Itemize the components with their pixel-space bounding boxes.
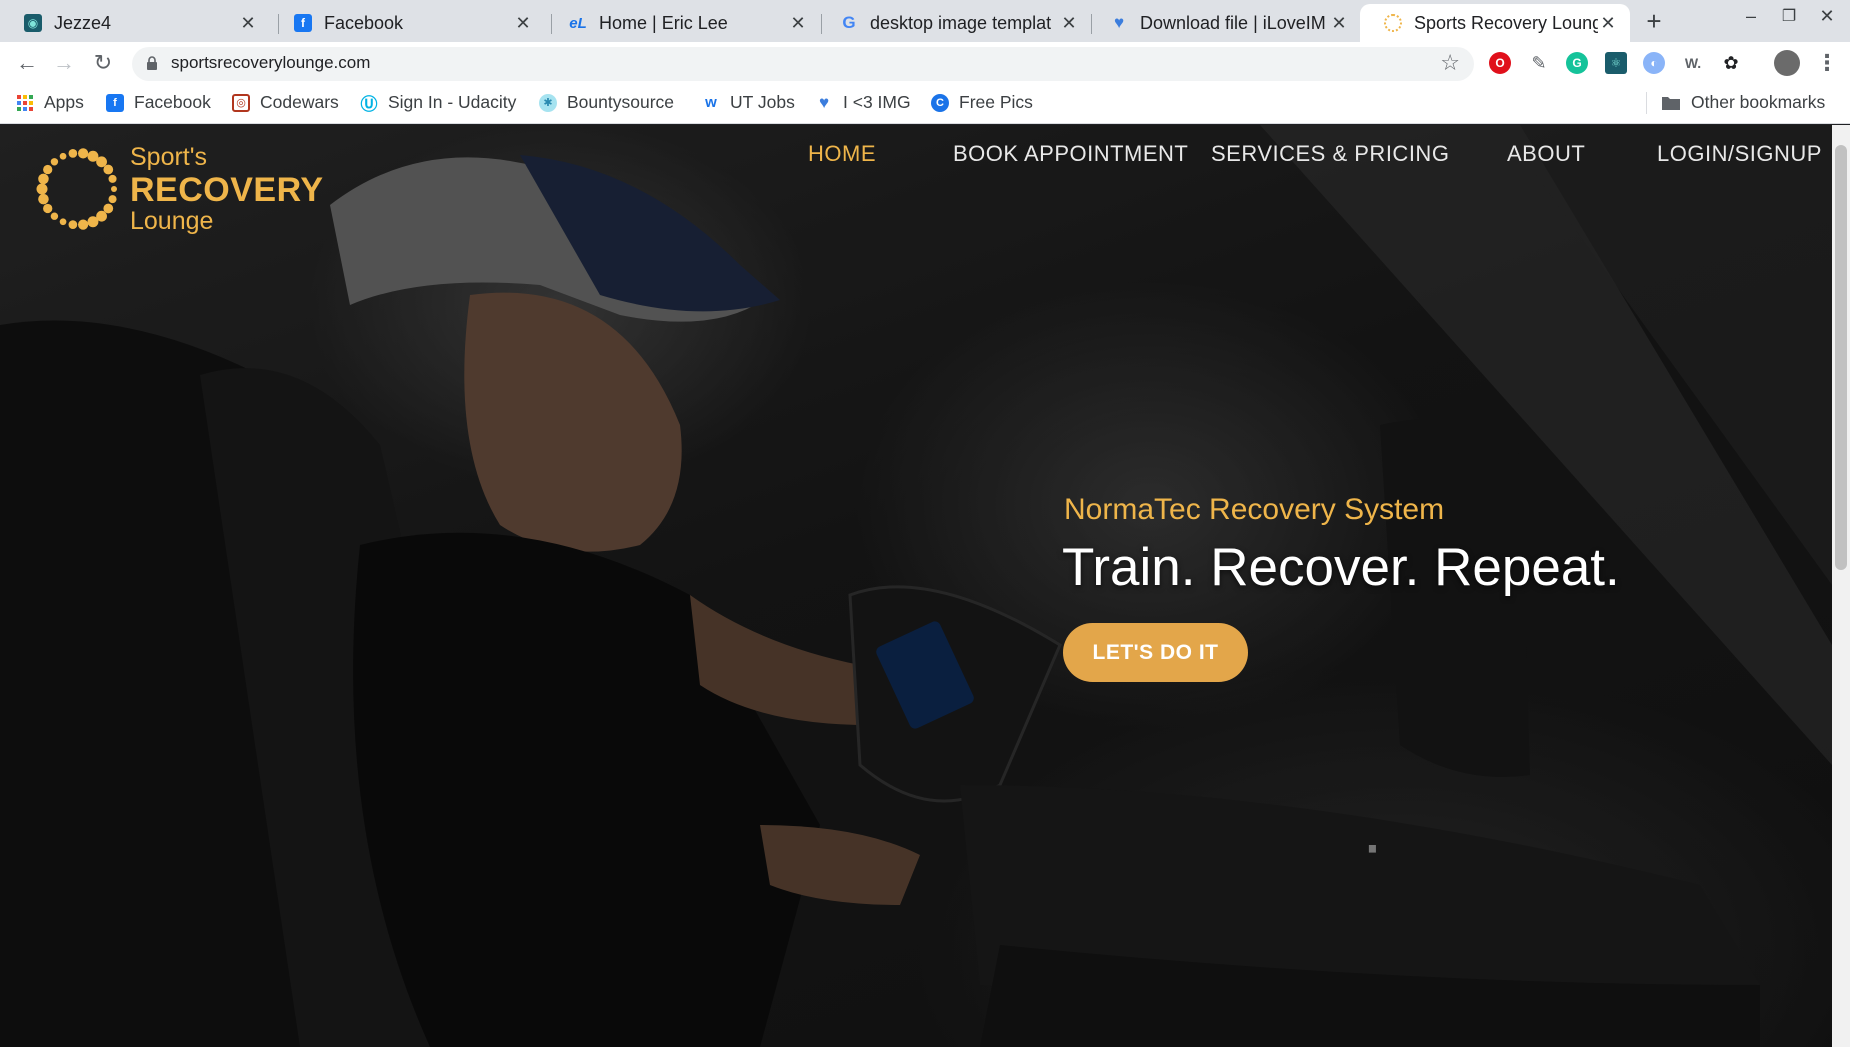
logo-line-3: Lounge (130, 207, 214, 235)
close-icon[interactable]: ✕ (1059, 13, 1079, 34)
tab-title: desktop image templat (870, 12, 1052, 33)
tab-title: Download file | iLoveIM (1140, 12, 1326, 33)
page-scrollbar[interactable] (1832, 125, 1850, 1047)
forward-icon[interactable]: → (51, 50, 77, 76)
bookmark-label: Free Pics (959, 92, 1033, 112)
eyedropper-extension-icon[interactable]: ✎ (1528, 52, 1550, 74)
wappalyzer-extension-icon[interactable]: W. (1682, 52, 1704, 74)
ut-jobs-icon: w (705, 94, 717, 111)
free-pics-icon: C (931, 93, 949, 112)
close-icon[interactable]: ✕ (513, 13, 533, 34)
dotted-ring-logo-icon (36, 148, 117, 230)
facebook-icon: f (106, 93, 124, 112)
back-icon[interactable]: ← (14, 50, 40, 76)
bookmark-star-icon[interactable]: ☆ (1440, 50, 1460, 76)
grammarly-extension-icon[interactable]: G (1566, 52, 1588, 74)
tab-title: Home | Eric Lee (599, 12, 728, 33)
tab-eric-lee[interactable]: eL Home | Eric Lee ✕ (545, 4, 820, 42)
codewars-icon: ◎ (232, 93, 250, 112)
srl-favicon-icon (1384, 14, 1402, 32)
scrollbar-thumb[interactable] (1835, 145, 1847, 570)
bookmark-label: I <3 IMG (843, 92, 911, 112)
lock-icon (147, 56, 157, 70)
browser-menu-icon[interactable]: ⋮ (1816, 50, 1838, 76)
bookmark-udacity[interactable]: Ⓤ Sign In - Udacity (360, 92, 517, 114)
window-close-icon[interactable]: ✕ (1809, 6, 1845, 27)
bookmarks-bar: Apps f Facebook ◎ Codewars Ⓤ Sign In - U… (0, 84, 1850, 124)
tab-strip: ◉ Jezze4 ✕ f Facebook ✕ eL Home | Eric L… (0, 0, 1850, 42)
udacity-icon: Ⓤ (360, 95, 378, 114)
bookmark-bountysource[interactable]: ✱ Bountysource (539, 92, 674, 113)
tab-jezze4[interactable]: ◉ Jezze4 ✕ (0, 4, 270, 42)
tab-google-search[interactable]: G desktop image templat ✕ (816, 4, 1091, 42)
tab-title: Facebook (324, 12, 404, 33)
jezze-favicon-icon: ◉ (24, 14, 42, 32)
nav-services-pricing[interactable]: SERVICES & PRICING (1211, 141, 1449, 167)
opera-extension-icon[interactable]: O (1489, 52, 1511, 74)
nav-home[interactable]: HOME (808, 141, 876, 167)
bountysource-icon: ✱ (539, 93, 557, 112)
bookmark-ut-jobs[interactable]: w UT Jobs (702, 92, 795, 113)
restore-icon[interactable]: ❐ (1771, 6, 1807, 26)
google-favicon-icon: G (842, 13, 856, 32)
other-bookmarks[interactable]: Other bookmarks (1661, 92, 1825, 113)
avatar[interactable] (1774, 50, 1800, 76)
lets-do-it-button[interactable]: LET'S DO IT (1063, 623, 1248, 682)
close-icon[interactable]: ✕ (1598, 13, 1618, 34)
tab-title: Sports Recovery Loung (1414, 12, 1598, 33)
sphere-extension-icon[interactable]: ◐ (1643, 52, 1665, 74)
react-devtools-extension-icon[interactable]: ⚛ (1605, 52, 1627, 74)
url-text: sportsrecoverylounge.com (171, 53, 371, 72)
bookmark-label: Sign In - Udacity (388, 92, 517, 112)
tab-facebook[interactable]: f Facebook ✕ (270, 4, 545, 42)
tab-sports-recovery[interactable]: Sports Recovery Loung ✕ (1360, 4, 1630, 42)
address-bar[interactable]: sportsrecoverylounge.com ☆ (132, 47, 1474, 81)
nav-book-appointment[interactable]: BOOK APPOINTMENT (953, 141, 1188, 167)
facebook-favicon-icon: f (294, 14, 312, 32)
hero-section: . Sport's RECOVERY Lounge HOME BOOK APPO… (0, 125, 1832, 1047)
bookmark-i-love-img[interactable]: ♥ I <3 IMG (815, 92, 911, 113)
nav-login-signup[interactable]: LOGIN/SIGNUP (1657, 141, 1822, 167)
browser-toolbar: ← → ↻ sportsrecoverylounge.com ☆ O ✎ G ⚛… (0, 42, 1850, 84)
el-favicon-icon: eL (569, 14, 587, 32)
minimize-icon[interactable]: – (1733, 6, 1769, 27)
tab-title: Jezze4 (54, 12, 112, 33)
nav-about[interactable]: ABOUT (1507, 141, 1585, 167)
bookmark-codewars[interactable]: ◎ Codewars (232, 92, 339, 113)
logo-line-1: Sport's (130, 143, 208, 171)
heart-icon: ♥ (818, 92, 830, 112)
tab-ilovemg[interactable]: ♥ Download file | iLoveIM ✕ (1086, 4, 1361, 42)
bookmark-label: Facebook (134, 92, 211, 112)
close-icon[interactable]: ✕ (238, 13, 258, 34)
bookmark-label: Bountysource (567, 92, 675, 112)
site-logo[interactable]: Sport's RECOVERY Lounge (34, 137, 334, 235)
gnome-extension-icon[interactable]: ✿ (1720, 52, 1742, 74)
hero-title: Train. Recover. Repeat. (1062, 538, 1620, 597)
logo-line-2: RECOVERY (130, 171, 324, 209)
hero-subtitle: NormaTec Recovery System (1064, 493, 1445, 526)
reload-icon[interactable]: ↻ (90, 50, 116, 76)
bookmark-label: Apps (44, 92, 84, 112)
close-icon[interactable]: ✕ (1329, 13, 1349, 34)
folder-icon (1662, 96, 1680, 110)
bookmark-facebook[interactable]: f Facebook (106, 92, 211, 113)
bookmark-label: Codewars (260, 92, 339, 112)
heart-favicon-icon: ♥ (1113, 13, 1125, 32)
close-icon[interactable]: ✕ (788, 13, 808, 34)
bookmark-label: Other bookmarks (1691, 92, 1826, 112)
new-tab-button[interactable]: + (1640, 8, 1668, 36)
bookmark-apps[interactable]: Apps (16, 92, 84, 113)
bookmark-label: UT Jobs (730, 92, 795, 112)
apps-grid-icon (17, 94, 33, 111)
bookmarks-divider (1646, 92, 1647, 114)
bookmark-free-pics[interactable]: C Free Pics (931, 92, 1033, 113)
